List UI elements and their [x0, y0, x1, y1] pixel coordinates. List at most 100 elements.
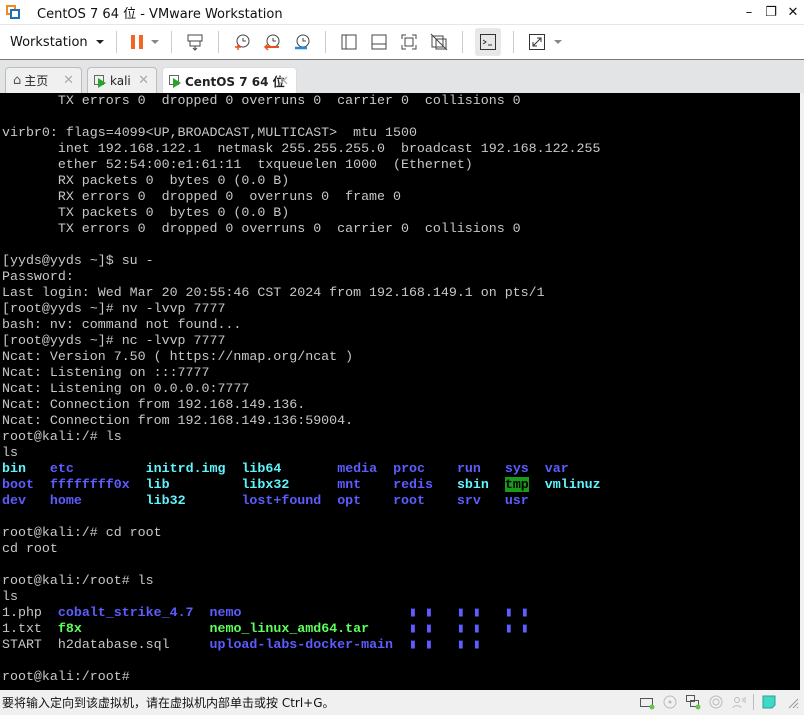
toolbar-divider — [512, 31, 514, 53]
thumbnail-bar-button[interactable] — [368, 31, 390, 53]
terminal-line: TX packets 0 bytes 0 (0.0 B) — [2, 205, 290, 220]
snapshot-revert-icon — [263, 34, 280, 51]
close-tab-icon[interactable]: ✕ — [278, 74, 289, 89]
sound-icon[interactable] — [731, 694, 747, 710]
ls-row: boot ffffffff0x lib libx32 mnt redis sbi… — [2, 477, 601, 493]
ls-entry: h2database.sql — [57, 637, 170, 652]
workstation-menu[interactable]: Workstation — [10, 35, 104, 50]
ls-entry: ffffffff0x — [49, 477, 130, 492]
ls-entry: run — [456, 461, 481, 476]
status-divider — [753, 694, 754, 710]
ls-row: bin etc initrd.img lib64 media proc run … — [2, 461, 601, 477]
snapshot-manager-button[interactable] — [291, 31, 313, 53]
vm-running-icon — [94, 74, 106, 88]
pause-dropdown-icon[interactable] — [150, 40, 159, 44]
terminal-line: Ncat: Connection from 192.168.149.136:59… — [2, 413, 354, 428]
minimize-button[interactable]: – — [738, 0, 760, 24]
close-button[interactable]: ✕ — [782, 0, 804, 24]
ls-entry: nemo — [209, 605, 242, 620]
terminal-line: Ncat: Listening on 0.0.0.0:7777 — [2, 381, 250, 396]
terminal-line: inet 192.168.122.1 netmask 255.255.255.0… — [2, 141, 601, 156]
ls-entry: START — [2, 637, 42, 652]
pause-button[interactable] — [129, 31, 145, 53]
terminal-line: root@kali:/root# ls — [2, 573, 154, 588]
stretch-view-icon — [528, 34, 545, 50]
vm-console[interactable]: TX errors 0 dropped 0 overruns 0 carrier… — [0, 93, 804, 690]
unity-button[interactable] — [428, 31, 450, 53]
cd-dvd-icon[interactable] — [662, 694, 678, 710]
ls-row: START h2database.sql upload-labs-docker-… — [2, 637, 601, 653]
send-ctrl-alt-del-icon — [187, 34, 203, 51]
usb-icon[interactable] — [708, 694, 724, 710]
terminal-line: TX errors 0 dropped 0 overruns 0 carrier… — [2, 93, 521, 108]
terminal-line: [root@yyds ~]# nv -lvvp 7777 — [2, 301, 226, 316]
terminal-line: Ncat: Listening on :::7777 — [2, 365, 210, 380]
ls-entry: lib64 — [241, 461, 282, 476]
toolbar-divider — [115, 31, 117, 53]
full-screen-button[interactable] — [398, 31, 420, 53]
vmware-logo-icon — [6, 5, 20, 19]
hard-disk-icon[interactable] — [639, 694, 655, 710]
chevron-down-icon — [95, 40, 104, 44]
terminal-line: ls — [2, 589, 18, 604]
tab-kali[interactable]: kali ✕ — [87, 67, 157, 93]
resize-grip-icon[interactable] — [784, 694, 800, 710]
ls-row: 1.php cobalt_strike_4.7 nemo ▮ ▮ ▮ ▮ ▮ ▮ — [2, 605, 601, 621]
toolbar-divider — [461, 31, 463, 53]
ls-entry: root — [393, 493, 425, 508]
stretch-dropdown-icon[interactable] — [553, 40, 562, 44]
toolbar-divider — [324, 31, 326, 53]
close-tab-icon[interactable]: ✕ — [63, 73, 74, 88]
ls-entry: dev — [2, 493, 26, 508]
network-adapter-icon[interactable] — [685, 694, 701, 710]
ls-entry: proc — [393, 461, 426, 476]
ls-entry: lost+found — [241, 493, 322, 508]
tab-home[interactable]: ⌂ 主页 ✕ — [5, 67, 82, 93]
ls-entry: home — [49, 493, 82, 508]
tab-label: 主页 — [24, 74, 49, 88]
unity-icon — [430, 33, 448, 51]
ls-entry: sbin — [456, 477, 489, 492]
stretch-view-button[interactable] — [526, 31, 548, 53]
ls-entry: tmp — [504, 477, 529, 492]
terminal-line: RX errors 0 dropped 0 overruns 0 frame 0 — [2, 189, 401, 204]
terminal-line: root@kali:/root# — [2, 669, 130, 684]
ls-entry: etc — [49, 461, 74, 476]
home-icon: ⌂ — [13, 73, 22, 88]
terminal-line: [root@yyds ~]# nc -lvvp 7777 — [2, 333, 226, 348]
send-ctrl-alt-del-button[interactable] — [184, 31, 206, 53]
toolbar-divider — [217, 31, 219, 53]
message-icon[interactable] — [761, 694, 777, 710]
revert-snapshot-button[interactable] — [261, 31, 283, 53]
terminal-line: [yyds@yyds ~]$ su - — [2, 253, 154, 268]
ls-entry: libx32 — [241, 477, 290, 492]
tab-centos[interactable]: CentOS 7 64 位 ✕ — [162, 67, 297, 94]
snapshot-take-icon — [234, 34, 250, 50]
status-bar: 要将输入定向到该虚拟机，请在虚拟机内部单击或按 Ctrl+G。 — [0, 690, 804, 715]
terminal-line: Ncat: Version 7.50 ( https://nmap.org/nc… — [2, 349, 354, 364]
ls-entry: 1.php — [2, 605, 42, 620]
close-tab-icon[interactable]: ✕ — [138, 73, 149, 88]
ls-entry: opt — [337, 493, 362, 508]
terminal-line: bash: nv: command not found... — [2, 317, 242, 332]
terminal-line: virbr0: flags=4099<UP,BROADCAST,MULTICAS… — [2, 125, 417, 140]
terminal-line: root@kali:/# ls — [2, 429, 122, 444]
take-snapshot-button[interactable] — [231, 31, 253, 53]
vm-running-icon — [169, 75, 181, 88]
terminal-line: ls — [2, 445, 18, 460]
ls-entry: mnt — [337, 477, 362, 492]
ls-entry: vmlinuz — [544, 477, 601, 492]
tab-bar: ⌂ 主页 ✕ kali ✕ CentOS 7 64 位 ✕ — [0, 60, 804, 94]
maximize-button[interactable]: ❐ — [760, 0, 782, 24]
workstation-menu-label: Workstation — [10, 34, 88, 50]
ls-entry: usr — [504, 493, 529, 508]
tab-label: kali — [110, 73, 131, 88]
ls-entry: 1.txt — [2, 621, 42, 636]
library-view-button[interactable] — [338, 31, 360, 53]
console-view-button[interactable] — [474, 28, 501, 56]
